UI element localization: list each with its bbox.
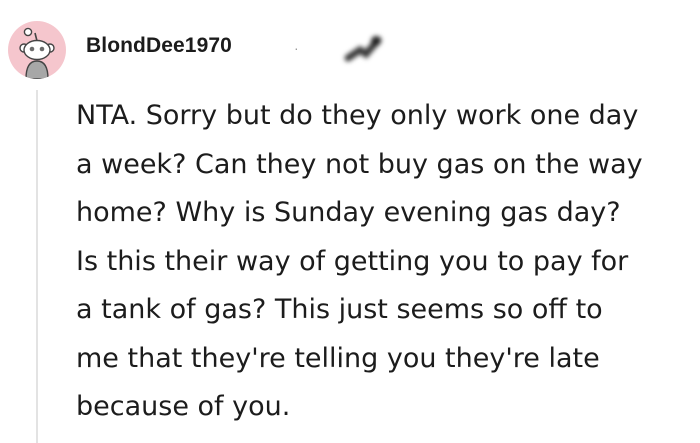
comment-line: a week? Can they not buy gas on the way [76,148,643,180]
thread-line[interactable] [36,90,38,443]
meta-separator: · [294,40,299,56]
comment-body: NTA. Sorry but do they only work one day… [76,92,692,432]
comment-line: Is this their way of getting you to pay … [76,245,629,277]
comment-line: because of you. [76,391,291,422]
comment-author[interactable]: BlondDee1970 [86,34,232,58]
comment-line: me that they're telling you they're late [76,342,600,374]
comment-line: a tank of gas? This just seems so off to [76,294,603,325]
blurred-award-icon [344,36,382,62]
reddit-snoo-avatar-icon [19,27,55,79]
comment-line: NTA. Sorry but do they only work one day [76,100,639,131]
comment-screen: BlondDee1970 · NTA. Sorry but do they on… [0,0,700,443]
avatar[interactable] [8,21,66,79]
comment-line: home? Why is Sunday evening gas day? [76,197,621,228]
